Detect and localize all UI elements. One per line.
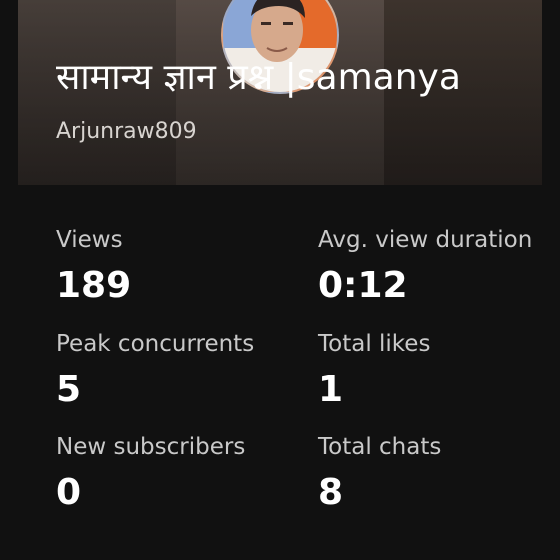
avg-view-duration-value: 0:12 xyxy=(318,265,408,306)
new-subscribers-label: New subscribers xyxy=(56,434,246,460)
stream-header: सामान्य ज्ञान प्रश्न |samanya Arjunraw80… xyxy=(18,0,542,185)
peak-concurrents-label: Peak concurrents xyxy=(56,331,255,357)
analytics-screen: सामान्य ज्ञान प्रश्न |samanya Arjunraw80… xyxy=(0,0,560,560)
views-value: 189 xyxy=(56,265,132,306)
total-likes-label: Total likes xyxy=(318,331,431,357)
total-likes-value: 1 xyxy=(318,369,344,410)
avg-view-duration-label: Avg. view duration xyxy=(318,227,533,253)
total-chats-value: 8 xyxy=(318,472,344,513)
stream-title: सामान्य ज्ञान प्रश्न |samanya xyxy=(56,57,461,98)
total-chats-label: Total chats xyxy=(318,434,442,460)
peak-concurrents-value: 5 xyxy=(56,369,82,410)
new-subscribers-value: 0 xyxy=(56,472,82,513)
channel-name[interactable]: Arjunraw809 xyxy=(56,118,197,146)
views-label: Views xyxy=(56,227,123,253)
